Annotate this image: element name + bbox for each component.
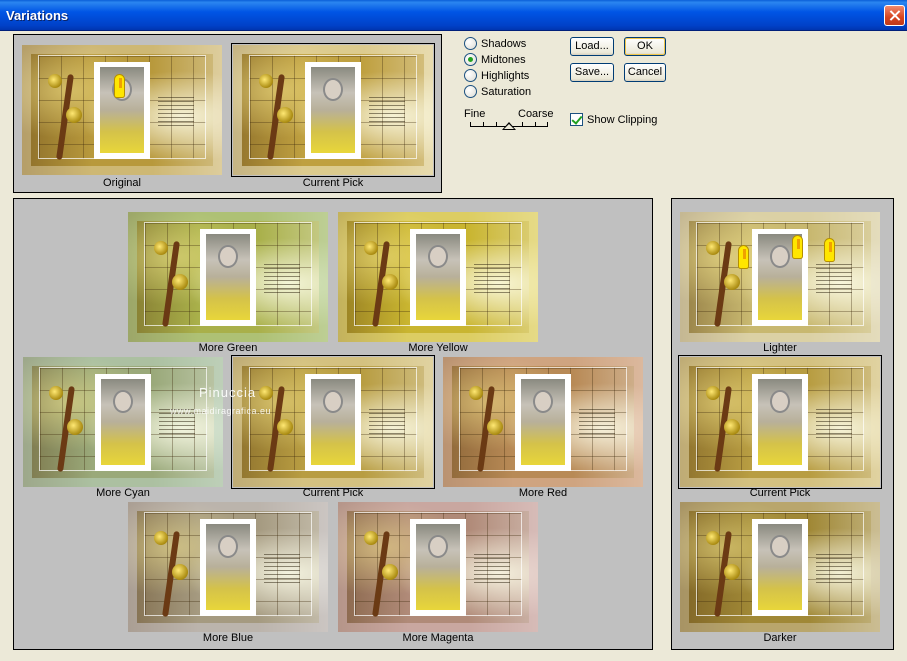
current-pick-center-thumbnail[interactable] <box>231 355 435 489</box>
watermark-site: www.maidiragrafica.eu <box>170 406 272 416</box>
slider-thumb[interactable] <box>502 122 516 130</box>
checkbox-checked-icon <box>570 113 583 126</box>
original-thumbnail <box>22 45 222 175</box>
darker-thumbnail[interactable] <box>680 502 880 632</box>
radio-circle-icon <box>464 37 477 50</box>
show-clipping-label: Show Clipping <box>587 113 658 126</box>
radio-shadows[interactable]: Shadows <box>464 37 526 50</box>
window-title: Variations <box>6 8 69 23</box>
load-button[interactable]: Load... <box>570 37 614 56</box>
brightness-variations-panel: Lighter Current Pick Darker <box>671 198 894 650</box>
cancel-button[interactable]: Cancel <box>624 63 666 82</box>
current-pick-right-thumbnail[interactable] <box>678 355 882 489</box>
radio-saturation[interactable]: Saturation <box>464 85 531 98</box>
more-green-thumbnail[interactable] <box>128 212 328 342</box>
more-green-caption: More Green <box>198 342 258 354</box>
clipping-warning-icon <box>114 73 125 98</box>
more-blue-thumbnail[interactable] <box>128 502 328 632</box>
show-clipping-checkbox[interactable]: Show Clipping <box>570 113 657 126</box>
radio-label: Saturation <box>481 85 532 98</box>
radio-circle-icon <box>464 85 477 98</box>
color-variations-panel: More Green More Yellow More Cyan Current… <box>13 198 653 650</box>
more-magenta-caption: More Magenta <box>402 632 474 644</box>
more-cyan-caption: More Cyan <box>96 487 150 499</box>
title-bar: Variations <box>0 0 907 31</box>
more-red-caption: More Red <box>518 487 568 499</box>
ok-button[interactable]: OK <box>624 37 666 56</box>
watermark-name: Pinuccia <box>199 385 257 400</box>
radio-midtones[interactable]: Midtones <box>464 53 526 66</box>
current-pick-caption: Current Pick <box>302 177 364 189</box>
clipping-warning-icon <box>792 235 803 260</box>
more-blue-caption: More Blue <box>202 632 254 644</box>
radio-label: Shadows <box>481 37 527 50</box>
save-button[interactable]: Save... <box>570 63 614 82</box>
fine-coarse-slider[interactable] <box>470 116 550 134</box>
radio-label: Highlights <box>481 69 530 82</box>
lighter-thumbnail[interactable] <box>680 212 880 342</box>
original-caption: Original <box>103 177 141 189</box>
more-yellow-caption: More Yellow <box>408 342 468 354</box>
radio-circle-icon <box>464 69 477 82</box>
more-cyan-thumbnail[interactable] <box>23 357 223 487</box>
radio-selected-icon <box>464 53 477 66</box>
clipping-warning-icon <box>824 238 835 262</box>
lighter-caption: Lighter <box>763 342 797 354</box>
top-preview-panel: Original Current Pick <box>13 34 442 193</box>
radio-label: Midtones <box>481 53 526 66</box>
current-pick-right-caption: Current Pick <box>749 487 811 499</box>
more-yellow-thumbnail[interactable] <box>338 212 538 342</box>
clipping-warning-icon <box>738 244 749 269</box>
current-pick-thumbnail[interactable] <box>231 43 435 177</box>
more-magenta-thumbnail[interactable] <box>338 502 538 632</box>
radio-highlights[interactable]: Highlights <box>464 69 529 82</box>
more-red-thumbnail[interactable] <box>443 357 643 487</box>
close-button[interactable] <box>884 5 905 26</box>
current-pick-center-caption: Current Pick <box>302 487 364 499</box>
darker-caption: Darker <box>763 632 797 644</box>
